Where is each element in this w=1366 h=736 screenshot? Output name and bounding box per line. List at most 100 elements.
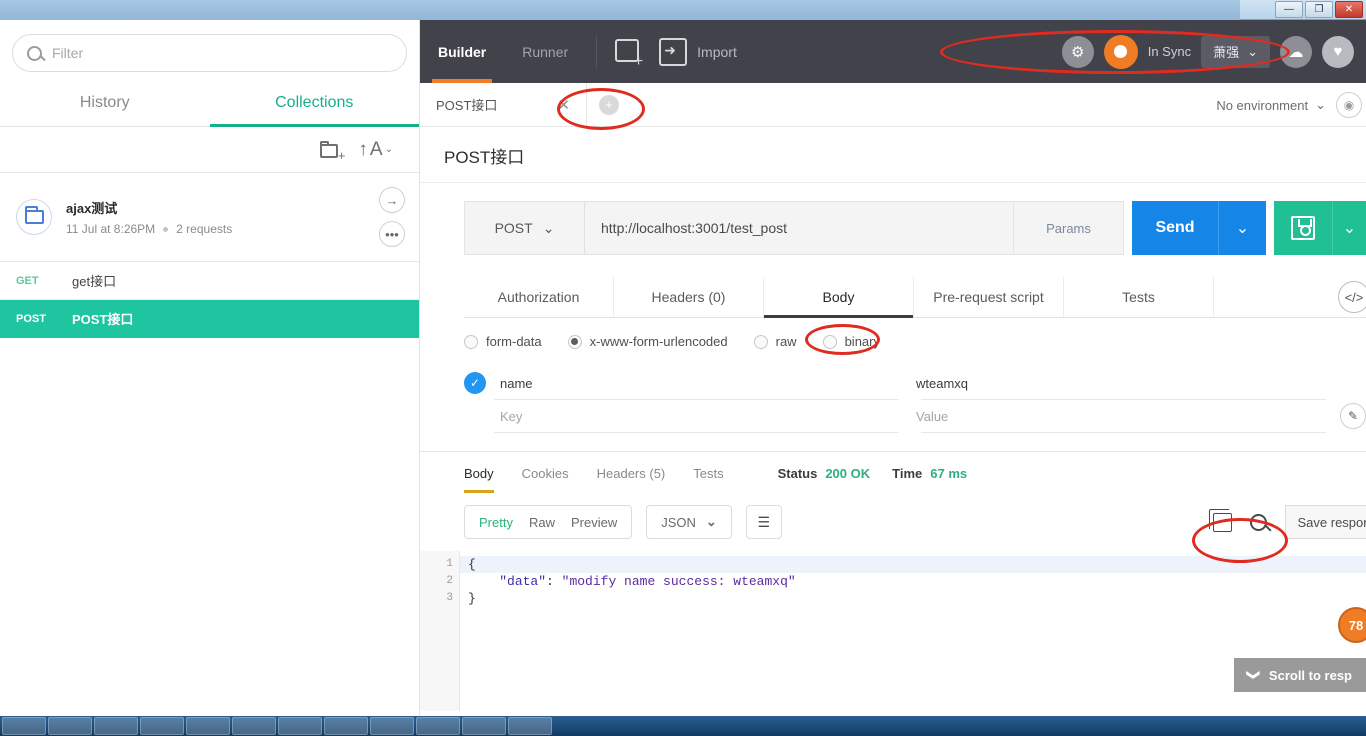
import-label[interactable]: Import	[697, 44, 737, 60]
taskbar-item[interactable]	[278, 717, 322, 735]
collection-more-button[interactable]: •••	[379, 221, 405, 247]
folder-add-icon[interactable]: +	[320, 141, 345, 162]
taskbar-item[interactable]	[48, 717, 92, 735]
response-body-text[interactable]: { "data": "modify name success: wteamxq"…	[460, 551, 1366, 711]
tab-pre-request-script[interactable]: Pre-request script	[914, 277, 1064, 317]
scroll-to-response-button[interactable]: ❯ Scroll to resp	[1234, 658, 1366, 692]
time-value: 67 ms	[930, 466, 968, 481]
tab-response-tests[interactable]: Tests	[693, 466, 723, 493]
restore-button[interactable]: ❐	[1305, 1, 1333, 18]
topbar-right: ⚙ In Sync 萧强 ⌄ ☁ ♥	[1061, 20, 1366, 83]
view-mode-pretty[interactable]: Pretty	[479, 515, 513, 530]
eye-icon[interactable]: ◉	[1336, 92, 1362, 118]
param-value[interactable]: wteamxq	[910, 376, 1326, 391]
notification-icon[interactable]: ☁	[1280, 35, 1312, 68]
view-mode-raw[interactable]: Raw	[529, 515, 555, 530]
radio-form-data[interactable]: form-data	[464, 334, 542, 349]
taskbar-item[interactable]	[2, 717, 46, 735]
taskbar-item[interactable]	[186, 717, 230, 735]
send-options-button[interactable]: ⌄	[1218, 201, 1266, 255]
chevron-down-icon: ⌄	[384, 144, 393, 155]
save-response-button[interactable]: Save respons	[1284, 505, 1366, 539]
taskbar-item[interactable]	[324, 717, 368, 735]
request-tabstrip: POST接口 ✕ + No environment ⌄ ◉	[420, 82, 1366, 127]
taskbar-item[interactable]	[416, 717, 460, 735]
close-button[interactable]: ✕	[1335, 1, 1363, 18]
tab-body[interactable]: Body	[764, 277, 914, 318]
save-button[interactable]	[1274, 201, 1332, 255]
radio-raw[interactable]: raw	[753, 334, 797, 349]
tab-authorization[interactable]: Authorization	[464, 277, 614, 317]
pencil-icon[interactable]: ✎	[1340, 403, 1366, 429]
taskbar-item[interactable]	[508, 717, 552, 735]
view-mode-group: Pretty Raw Preview	[464, 505, 633, 539]
taskbar-item[interactable]	[370, 717, 414, 735]
tab-headers[interactable]: Headers (0)	[614, 277, 764, 317]
method-selector[interactable]: POST ⌄	[464, 201, 584, 255]
row-enabled-checkbox[interactable]: ✓	[464, 372, 494, 394]
radio-urlencoded[interactable]: x-www-form-urlencoded	[567, 334, 728, 349]
param-value-placeholder[interactable]: Value	[910, 409, 1326, 424]
wrap-lines-icon[interactable]: ☰	[745, 505, 782, 539]
url-input[interactable]: http://localhost:3001/test_post	[584, 201, 1014, 255]
view-mode-preview[interactable]: Preview	[571, 515, 617, 530]
new-window-icon[interactable]: +	[615, 38, 645, 69]
format-selector[interactable]: JSON ⌄	[646, 505, 732, 539]
copy-icon[interactable]	[1208, 508, 1232, 532]
code-json-key: "data"	[499, 574, 547, 589]
taskbar-item[interactable]	[94, 717, 138, 735]
open-collection-button[interactable]: →	[379, 187, 405, 213]
user-menu[interactable]: 萧强 ⌄	[1201, 35, 1270, 68]
code-icon[interactable]: </>	[1338, 281, 1366, 313]
params-button[interactable]: Params	[1014, 201, 1124, 255]
line-number-gutter: 1 2 3	[420, 551, 460, 711]
radio-icon	[753, 334, 768, 349]
tab-builder[interactable]: Builder	[420, 20, 504, 83]
collection-item[interactable]: ajax测试 11 Jul at 8:26PM 2 requests → •••	[0, 173, 419, 262]
tab-tests[interactable]: Tests	[1064, 277, 1214, 317]
gear-icon[interactable]: ⚙	[1061, 35, 1094, 68]
collection-request-count: 2 requests	[176, 222, 233, 236]
tab-response-cookies[interactable]: Cookies	[522, 466, 569, 493]
list-item[interactable]: GET get接口	[0, 262, 419, 300]
chevron-down-icon: ⌄	[542, 219, 555, 236]
params-grid: ✓ name wteamxq Key Value ✎	[464, 367, 1366, 433]
param-key[interactable]: name	[494, 376, 910, 391]
new-tab-button[interactable]: +	[598, 94, 619, 115]
tab-collections[interactable]: Collections	[209, 82, 420, 127]
sort-button[interactable]: ↑ A ⌄	[358, 139, 393, 161]
send-button[interactable]: Send	[1132, 201, 1218, 255]
search-icon[interactable]	[1249, 513, 1267, 531]
table-row[interactable]: ✓ name wteamxq	[464, 367, 1366, 399]
sort-arrow-icon: ↑	[358, 138, 368, 160]
tab-response-body[interactable]: Body	[464, 466, 494, 493]
save-options-button[interactable]: ⌄	[1332, 201, 1366, 255]
list-item[interactable]: POST POST接口	[0, 300, 419, 338]
import-icon[interactable]: ➜	[659, 37, 688, 66]
param-key-placeholder[interactable]: Key	[494, 409, 910, 424]
radio-label: form-data	[486, 334, 542, 349]
tab-response-headers[interactable]: Headers (5)	[597, 466, 666, 493]
request-tabs-actions: </> ↺	[1338, 281, 1366, 313]
close-icon[interactable]: ✕	[557, 96, 570, 114]
user-name: 萧强	[1213, 45, 1240, 60]
tab-runner[interactable]: Runner	[504, 20, 586, 83]
count-badge[interactable]: 78	[1338, 607, 1366, 643]
chevron-down-icon: ❯	[1246, 669, 1262, 681]
taskbar-item[interactable]	[232, 717, 276, 735]
minimize-button[interactable]: —	[1275, 1, 1303, 18]
response-body-toolbar: Pretty Raw Preview JSON ⌄ ☰ Save respons	[464, 505, 1366, 539]
sidebar: History Collections + ↑A⌄ ajax测试 11 Jul …	[0, 20, 420, 716]
table-row[interactable]: Key Value ✎	[464, 400, 1366, 432]
collections-toolbar: + ↑ A ⌄	[0, 127, 419, 173]
filter-box[interactable]	[12, 34, 407, 72]
radio-binary[interactable]: binary	[822, 334, 880, 349]
radio-label: raw	[775, 334, 797, 349]
heart-icon[interactable]: ♥	[1322, 35, 1354, 68]
tab-history[interactable]: History	[0, 82, 210, 126]
environment-selector[interactable]: No environment ⌄	[1216, 97, 1326, 113]
open-request-tab[interactable]: POST接口 ✕	[420, 82, 587, 127]
taskbar-item[interactable]	[140, 717, 184, 735]
search-input[interactable]	[52, 45, 392, 61]
taskbar-item[interactable]	[462, 717, 506, 735]
